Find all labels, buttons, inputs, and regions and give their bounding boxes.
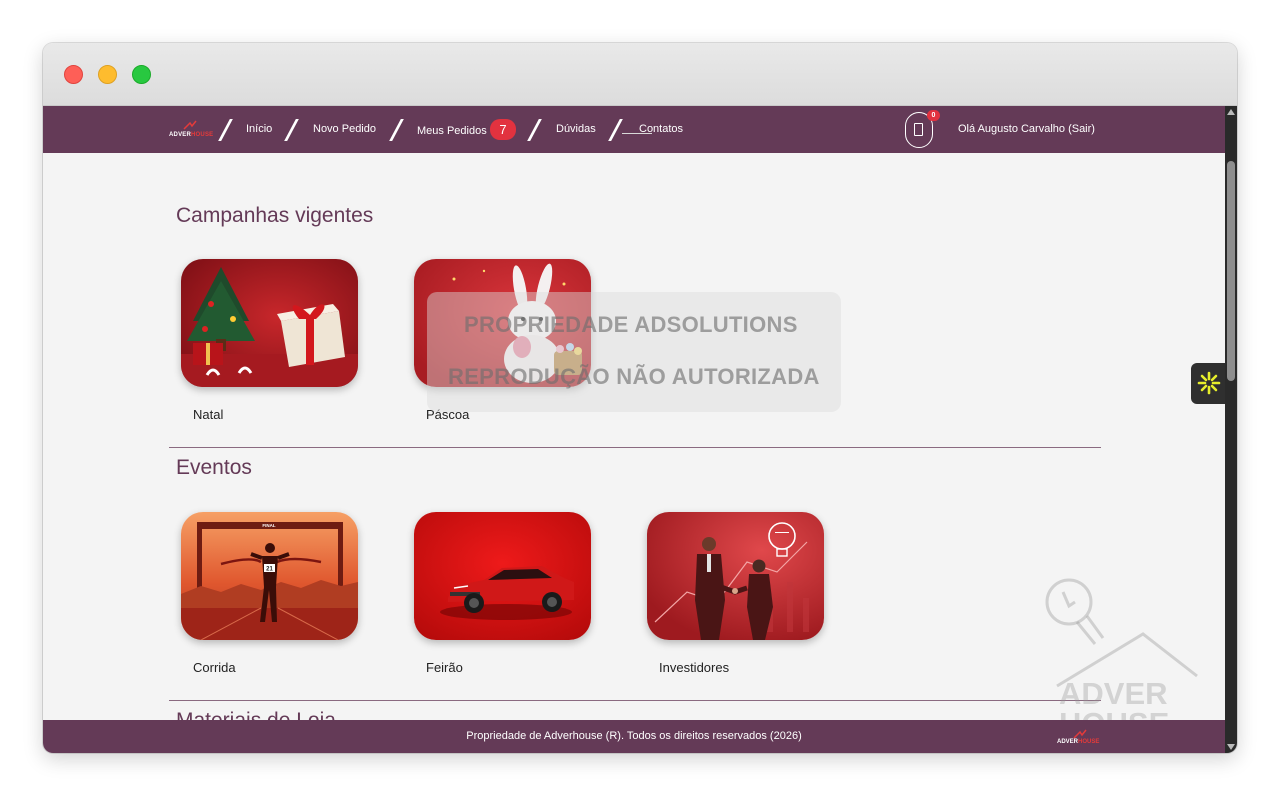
svg-text:FINAL: FINAL [262,523,275,528]
event-label-feirao: Feirão [426,660,463,675]
cart-icon [914,123,923,136]
svg-text:21: 21 [266,567,273,573]
footer-logo-text-b: HOUSE [1078,739,1100,745]
footer-logo: ADVERHOUSE [1057,729,1101,749]
campaign-label-natal: Natal [193,407,224,422]
copyright-watermark-overlay: PROPRIEDADE ADSOLUTIONS REPRODUÇÃO NÃO A… [427,292,841,412]
logo-text-a: ADVER [169,132,192,138]
nav-link-novo-pedido[interactable]: Novo Pedido [313,123,376,135]
event-card-feirao[interactable] [414,512,591,640]
nav-separator [527,119,542,141]
nav-separator [389,119,404,141]
title-bar [43,43,1237,106]
section-divider [169,700,1101,701]
campaign-card-natal[interactable] [181,259,358,387]
nav-separator [218,119,233,141]
scroll-thumb[interactable] [1227,161,1235,381]
section-title-eventos: Eventos [176,456,252,479]
scroll-down-arrow-icon[interactable] [1227,744,1235,750]
christmas-gift-image [181,259,358,387]
section-title-campanhas: Campanhas vigentes [176,204,374,227]
event-label-investidores: Investidores [659,660,730,675]
scroll-up-arrow-icon[interactable] [1227,109,1235,115]
nav-link-contatos[interactable]: Contatos [639,123,683,135]
page-viewport: ADVERHOUSE Início Novo Pedido Meus Pedid… [43,106,1225,753]
nav-link-meus-pedidos[interactable]: Meus Pedidos [417,125,487,137]
runner-finish-line-image: FINAL 21 [181,512,358,640]
logo-arrow-icon [183,120,197,130]
event-card-investidores[interactable] [647,512,824,640]
maximize-window-button[interactable] [132,65,151,84]
event-card-corrida[interactable]: FINAL 21 [181,512,358,640]
top-navigation-bar: ADVERHOUSE Início Novo Pedido Meus Pedid… [43,106,1225,153]
logo-text-b: HOUSE [191,132,214,138]
red-car-image [414,512,591,640]
watermark-line-1: PROPRIEDADE ADSOLUTIONS [464,312,798,337]
event-label-corrida: Corrida [193,660,236,675]
browser-window: ADVERHOUSE Início Novo Pedido Meus Pedid… [43,43,1237,753]
nav-link-duvidas[interactable]: Dúvidas [556,123,596,135]
close-window-button[interactable] [64,65,83,84]
orders-count-badge: 7 [490,119,516,140]
business-handshake-image [647,512,824,640]
footer-logo-text: ADVERHOUSE [1057,739,1099,745]
adverhouse-logo[interactable]: ADVERHOUSE [169,120,213,142]
watermark-line-2: REPRODUÇÃO NÃO AUTORIZADA [448,364,820,389]
user-greeting-logout[interactable]: Olá Augusto Carvalho (Sair) [958,123,1095,135]
asterisk-icon [1197,371,1221,395]
footer-copyright-text: Propriedade de Adverhouse (R). Todos os … [466,730,802,742]
nav-separator [284,119,299,141]
minimize-window-button[interactable] [98,65,117,84]
footer-logo-text-a: ADVER [1057,739,1079,745]
cart-count-badge: 0 [927,110,940,121]
logo-text: ADVERHOUSE [169,132,213,138]
footer-logo-arrow-icon [1073,729,1087,739]
nav-link-inicio[interactable]: Início [246,123,272,135]
accessibility-widget-button[interactable] [1191,363,1225,404]
nav-separator [608,119,623,141]
page-footer: Propriedade de Adverhouse (R). Todos os … [43,720,1225,753]
section-divider [169,447,1101,448]
vertical-scrollbar[interactable] [1225,106,1237,753]
